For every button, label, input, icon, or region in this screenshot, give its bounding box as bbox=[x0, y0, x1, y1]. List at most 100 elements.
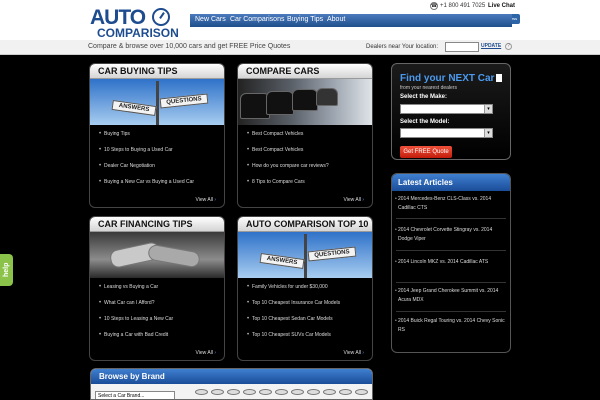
car-shape bbox=[316, 88, 338, 106]
list-item[interactable]: 10 Steps to Buying a Used Car bbox=[99, 146, 194, 162]
view-all-link[interactable]: View All bbox=[344, 350, 364, 356]
brand-logo-icon[interactable] bbox=[339, 389, 352, 395]
brand-logo-icon[interactable] bbox=[211, 389, 224, 395]
panel-title[interactable]: CAR FINANCING TIPS bbox=[98, 219, 193, 229]
list-item[interactable]: Top 10 Cheapest SUVs Car Models bbox=[247, 331, 340, 347]
live-chat-link[interactable]: Live Chat bbox=[488, 3, 515, 9]
list-item[interactable]: What Car can I Afford? bbox=[99, 299, 173, 315]
brand-logo-icon[interactable] bbox=[259, 389, 272, 395]
panel-header: CAR FINANCING TIPS bbox=[90, 217, 224, 232]
link-list: Best Compact Vehicles Best Compact Vehic… bbox=[247, 130, 329, 194]
signpost-image: ANSWERS QUESTIONS bbox=[90, 79, 224, 125]
car-shape bbox=[292, 89, 318, 111]
cursor-icon bbox=[496, 74, 503, 82]
car-financing-tips-panel: CAR FINANCING TIPS Leasing vs Buying a C… bbox=[89, 216, 225, 361]
article-link[interactable]: 2014 Buick Regal Touring vs. 2014 Chevy … bbox=[395, 317, 506, 335]
brand-select[interactable]: Select a Car Brand... bbox=[95, 391, 175, 399]
panel-title[interactable]: CAR BUYING TIPS bbox=[98, 66, 178, 76]
list-item[interactable]: Dealer Car Negotiation bbox=[99, 162, 194, 178]
promo-title: Find your NEXT Car bbox=[400, 73, 503, 84]
link-list: Leasing vs Buying a Car What Car can I A… bbox=[99, 283, 173, 347]
nav-new-cars[interactable]: New Cars bbox=[195, 16, 226, 23]
nav-buying-tips[interactable]: Buying Tips bbox=[287, 16, 323, 23]
hand-shape bbox=[147, 243, 201, 269]
help-tab[interactable]: help bbox=[0, 254, 13, 286]
view-all-link[interactable]: View All bbox=[196, 197, 216, 203]
panel-title: Latest Articles bbox=[398, 178, 453, 187]
view-all-link[interactable]: View All bbox=[344, 197, 364, 203]
update-button[interactable]: UPDATE bbox=[481, 43, 501, 49]
car-buying-tips-panel: CAR BUYING TIPS ANSWERS QUESTIONS Buying… bbox=[89, 63, 225, 208]
panel-header: COMPARE CARS bbox=[238, 64, 372, 79]
divider bbox=[396, 311, 506, 312]
brand-logo-icon[interactable] bbox=[355, 389, 368, 395]
brand-logo-icon[interactable] bbox=[307, 389, 320, 395]
help-icon[interactable]: ? bbox=[505, 43, 512, 50]
panel-title[interactable]: COMPARE CARS bbox=[246, 66, 319, 76]
brand-logo-icon[interactable] bbox=[291, 389, 304, 395]
signpost-pole bbox=[156, 81, 159, 125]
speedometer-icon bbox=[152, 8, 170, 26]
link-list: Family Vehicles for under $30,000 Top 10… bbox=[247, 283, 340, 347]
compare-cars-panel: COMPARE CARS Best Compact Vehicles Best … bbox=[237, 63, 373, 208]
site-logo[interactable]: AUTO COMPARISON bbox=[90, 6, 180, 40]
list-item[interactable]: 8 Tips to Compare Cars bbox=[247, 178, 329, 194]
promo-subtitle: from your nearest dealers bbox=[400, 85, 457, 91]
article-link[interactable]: 2014 Jeep Grand Cherokee Summit vs. 2014… bbox=[395, 287, 506, 305]
divider bbox=[396, 282, 506, 283]
panel-title: Browse by Brand bbox=[99, 372, 165, 381]
make-select[interactable]: ▾ bbox=[400, 104, 493, 114]
zip-input[interactable] bbox=[445, 42, 479, 52]
panel-title[interactable]: AUTO COMPARISON TOP 10 bbox=[246, 219, 368, 229]
brand-logo-icon[interactable] bbox=[195, 389, 208, 395]
car-shape bbox=[266, 91, 294, 115]
main-nav: New Cars Car Comparisons Buying Tips Abo… bbox=[190, 14, 512, 27]
brand-logo-icon[interactable] bbox=[323, 389, 336, 395]
list-item[interactable]: Buying a Car with Bad Credit bbox=[99, 331, 173, 347]
latest-articles-panel: Latest Articles 2014 Mercedes-Benz CLS-C… bbox=[391, 173, 511, 353]
panel-header: Latest Articles bbox=[392, 174, 510, 191]
model-select[interactable]: ▾ bbox=[400, 128, 493, 138]
get-free-quote-button[interactable]: Get FREE Quote bbox=[400, 146, 452, 158]
promo-title-text: Find your NEXT Car bbox=[400, 73, 495, 84]
logo-word-comparison: COMPARISON bbox=[97, 26, 179, 40]
article-link[interactable]: 2014 Chevrolet Corvette Stingray vs. 201… bbox=[395, 226, 506, 244]
nav-car-comparisons[interactable]: Car Comparisons bbox=[230, 16, 284, 23]
brand-logo-icon[interactable] bbox=[243, 389, 256, 395]
brand-logo-icon[interactable] bbox=[275, 389, 288, 395]
list-item[interactable]: Best Compact Vehicles bbox=[247, 146, 329, 162]
list-item[interactable]: 10 Steps to Leasing a New Car bbox=[99, 315, 173, 331]
tagline-bar: Compare & browse over 10,000 cars and ge… bbox=[0, 40, 600, 55]
phone-icon: ☎ bbox=[430, 2, 438, 10]
list-item[interactable]: Leasing vs Buying a Car bbox=[99, 283, 173, 299]
article-link[interactable]: 2014 Lincoln MKZ vs. 2014 Cadillac ATS bbox=[395, 258, 506, 267]
view-all-link[interactable]: View All bbox=[196, 350, 216, 356]
list-item[interactable]: Top 10 Cheapest Insurance Car Models bbox=[247, 299, 340, 315]
questions-sign: QUESTIONS bbox=[159, 93, 209, 109]
link-list: Buying Tips 10 Steps to Buying a Used Ca… bbox=[99, 130, 194, 194]
brand-logo-icon[interactable] bbox=[227, 389, 240, 395]
phone-number[interactable]: +1 800 491 7025 bbox=[440, 3, 485, 9]
page: AUTO COMPARISON ☎ +1 800 491 7025 Live C… bbox=[0, 0, 600, 400]
questions-sign: QUESTIONS bbox=[307, 246, 357, 262]
handshake-image bbox=[90, 232, 224, 278]
list-item[interactable]: Buying Tips bbox=[99, 130, 194, 146]
list-item[interactable]: Buying a New Car vs Buying a Used Car bbox=[99, 178, 194, 194]
dealer-location-label: Dealers near Your location: bbox=[366, 44, 439, 50]
site-header: AUTO COMPARISON ☎ +1 800 491 7025 Live C… bbox=[0, 0, 600, 40]
article-link[interactable]: 2014 Mercedes-Benz CLS-Class vs. 2014 Ca… bbox=[395, 195, 506, 213]
list-item[interactable]: Top 10 Cheapest Sedan Car Models bbox=[247, 315, 340, 331]
answers-sign: ANSWERS bbox=[259, 252, 305, 270]
divider bbox=[396, 218, 506, 219]
find-car-widget: Find your NEXT Car from your nearest dea… bbox=[391, 63, 511, 160]
list-item[interactable]: How do you compare car reviews? bbox=[247, 162, 329, 178]
tagline: Compare & browse over 10,000 cars and ge… bbox=[88, 43, 291, 50]
nav-about[interactable]: About bbox=[327, 16, 345, 23]
list-item[interactable]: Family Vehicles for under $30,000 bbox=[247, 283, 340, 299]
answers-sign: ANSWERS bbox=[111, 99, 157, 117]
list-item[interactable]: Best Compact Vehicles bbox=[247, 130, 329, 146]
top-10-panel: AUTO COMPARISON TOP 10 ANSWERS QUESTIONS… bbox=[237, 216, 373, 361]
panel-header: AUTO COMPARISON TOP 10 bbox=[238, 217, 372, 232]
panel-header: Browse by Brand bbox=[91, 369, 372, 384]
chevron-down-icon: ▾ bbox=[484, 105, 492, 113]
